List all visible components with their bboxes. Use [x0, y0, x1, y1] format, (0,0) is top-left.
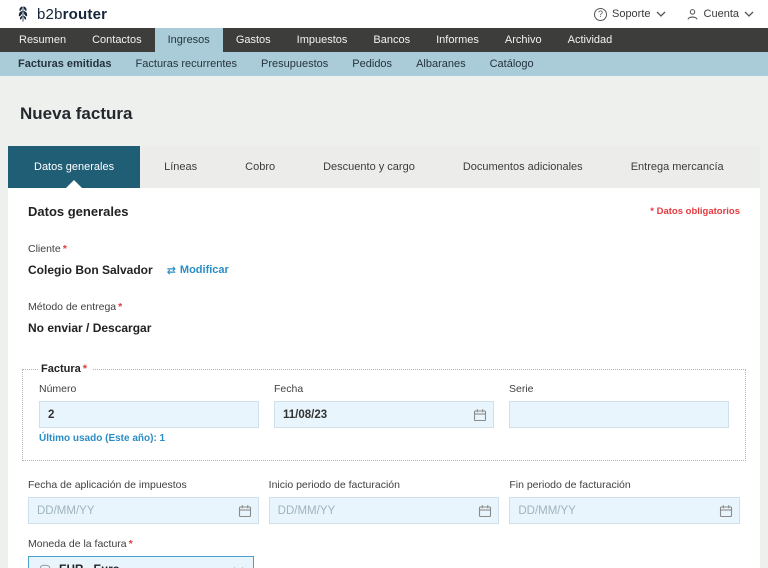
- support-menu[interactable]: ? Soporte: [593, 7, 666, 21]
- tab-lineas[interactable]: Líneas: [140, 146, 221, 188]
- support-label: Soporte: [611, 8, 651, 20]
- b2brouter-logo[interactable]: b2brouter: [14, 5, 107, 23]
- nav-item-contactos[interactable]: Contactos: [79, 28, 155, 52]
- cliente-label: Cliente *: [28, 243, 67, 255]
- tab-documentos-adicionales[interactable]: Documentos adicionales: [439, 146, 607, 188]
- top-bar: b2brouter ? Soporte Cuenta: [0, 0, 768, 28]
- inicio-periodo-label: Inicio periodo de facturación: [268, 479, 400, 491]
- serie-label: Serie: [509, 383, 534, 395]
- factura-legend: Factura *: [41, 363, 88, 375]
- moneda-label: Moneda de la factura *: [28, 538, 133, 550]
- numero-input[interactable]: [39, 401, 259, 428]
- main-nav: Resumen Contactos Ingresos Gastos Impues…: [0, 28, 768, 52]
- factura-fieldset: Factura* Número Último usado (Este año):…: [22, 363, 746, 461]
- swap-icon: ⇄: [166, 264, 176, 277]
- chevron-down-icon: [744, 11, 754, 17]
- account-menu[interactable]: Cuenta: [686, 8, 754, 21]
- metodo-entrega-value: No enviar / Descargar: [28, 321, 152, 335]
- moneda-value: EUR - Euro: [59, 564, 120, 568]
- chevron-down-icon: [656, 11, 666, 17]
- serie-input[interactable]: [509, 401, 729, 428]
- fecha-impuestos-label: Fecha de aplicación de impuestos: [28, 479, 187, 491]
- user-icon: [686, 8, 699, 21]
- datos-generales-panel: Datos generales * Datos obligatorios Cli…: [8, 188, 760, 568]
- subnav-item-presupuestos[interactable]: Presupuestos: [249, 52, 340, 76]
- b2brouter-logo-icon: [14, 5, 32, 23]
- nav-item-impuestos[interactable]: Impuestos: [284, 28, 361, 52]
- fin-periodo-label: Fin periodo de facturación: [509, 479, 631, 491]
- fecha-input[interactable]: [274, 401, 494, 428]
- required-fields-note: * Datos obligatorios: [650, 206, 740, 217]
- logo-text: b2brouter: [37, 5, 108, 23]
- moneda-select[interactable]: EUR - Euro: [28, 556, 254, 568]
- calendar-icon[interactable]: [478, 504, 492, 518]
- tab-entrega-mercancia[interactable]: Entrega mercancía: [607, 146, 748, 188]
- subnav-item-catalogo[interactable]: Catálogo: [478, 52, 546, 76]
- nav-item-gastos[interactable]: Gastos: [223, 28, 284, 52]
- nav-item-archivo[interactable]: Archivo: [492, 28, 555, 52]
- nav-item-ingresos[interactable]: Ingresos: [154, 28, 223, 52]
- subnav-item-facturas-emitidas[interactable]: Facturas emitidas: [6, 52, 124, 76]
- tab-cobro[interactable]: Cobro: [221, 146, 299, 188]
- nav-item-resumen[interactable]: Resumen: [6, 28, 79, 52]
- ultimo-usado-hint: Último usado (Este año): 1: [39, 433, 166, 444]
- cliente-value: Colegio Bon Salvador: [28, 263, 153, 277]
- section-title: Datos generales: [28, 204, 129, 219]
- help-icon: ?: [593, 7, 607, 21]
- nav-item-actividad[interactable]: Actividad: [555, 28, 626, 52]
- calendar-icon[interactable]: [238, 504, 252, 518]
- fecha-label: Fecha: [274, 383, 304, 395]
- tab-descuento-y-cargo[interactable]: Descuento y cargo: [299, 146, 439, 188]
- metodo-entrega-label: Método de entrega *: [28, 301, 123, 313]
- nav-item-bancos[interactable]: Bancos: [360, 28, 423, 52]
- account-label: Cuenta: [703, 8, 739, 20]
- tab-datos-generales[interactable]: Datos generales: [8, 146, 141, 188]
- fin-periodo-input[interactable]: [509, 497, 740, 524]
- page-title: Nueva factura: [20, 104, 133, 123]
- modificar-cliente-link[interactable]: ⇄ Modificar: [167, 264, 229, 277]
- calendar-icon[interactable]: [473, 408, 487, 422]
- numero-label: Número: [39, 383, 77, 395]
- subnav-item-albaranes[interactable]: Albaranes: [404, 52, 478, 76]
- calendar-icon[interactable]: [719, 504, 733, 518]
- nav-item-informes[interactable]: Informes: [423, 28, 492, 52]
- subnav-item-pedidos[interactable]: Pedidos: [340, 52, 404, 76]
- inicio-periodo-input[interactable]: [268, 497, 500, 524]
- coins-icon: [38, 564, 52, 568]
- subnav-item-facturas-recurrentes[interactable]: Facturas recurrentes: [124, 52, 249, 76]
- sub-nav: Facturas emitidas Facturas recurrentes P…: [0, 52, 768, 76]
- fecha-impuestos-input[interactable]: [28, 497, 259, 524]
- form-tabs: Datos generales Líneas Cobro Descuento y…: [8, 146, 760, 188]
